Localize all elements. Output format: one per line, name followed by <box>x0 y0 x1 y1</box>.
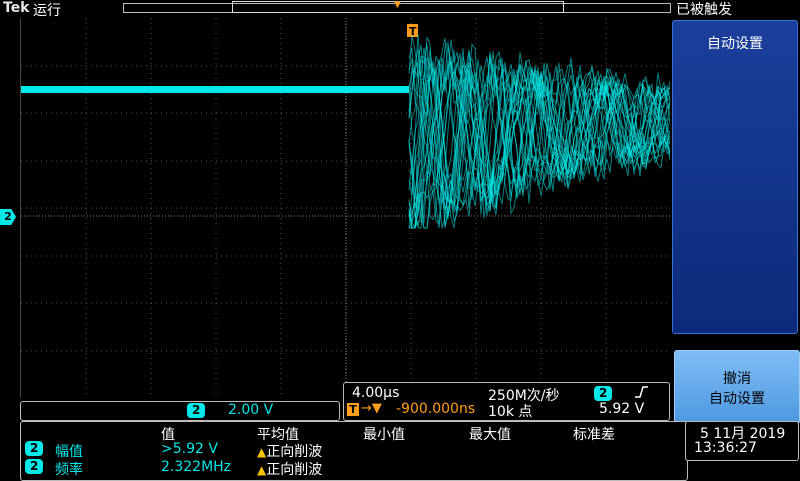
autoset-label: 自动设置 <box>709 391 765 407</box>
channel-scale-readout[interactable]: 2 2.00 V <box>20 401 340 421</box>
graticule: T <box>21 18 671 398</box>
channel-2-badge: 2 <box>25 441 44 456</box>
clipping-warning-text: 正向削波 <box>266 462 323 478</box>
measurement-panel[interactable]: 值 平均值 最小值 最大值 标准差 2 幅值 >5.92 V ▲正向削波 2 频… <box>20 421 688 481</box>
clipping-warning: ▲正向削波 <box>257 441 322 461</box>
channel-2-badge: 2 <box>25 459 44 474</box>
trigger-status-label: 已被触发 <box>676 2 732 18</box>
measurement-row: 2 幅值 >5.92 V ▲正向削波 <box>21 441 687 461</box>
channel-2-ground-marker[interactable]: 2 <box>0 209 16 225</box>
undo-label: 撤消 <box>723 371 751 387</box>
horizontal-scale: 4.00µs <box>352 385 400 401</box>
measurement-value: >5.92 V <box>161 441 218 457</box>
waveform-trace <box>408 36 671 205</box>
horizontal-position: -900.000ns <box>396 401 476 417</box>
trigger-position-icon: ▼ <box>394 0 401 10</box>
side-menu: 自动设置 撤消 自动设置 <box>670 18 800 480</box>
time-label: 13:36:27 <box>694 440 757 456</box>
trigger-source-badge: 2 <box>594 386 613 401</box>
record-length: 10k 点 <box>488 404 533 420</box>
channel-2-volts-per-div: 2.00 V <box>228 402 274 418</box>
measurement-name: 频率 <box>55 462 83 478</box>
clipping-warning: ▲正向削波 <box>257 459 322 479</box>
undo-autoset-button[interactable]: 撤消 自动设置 <box>674 350 800 424</box>
waveform-display[interactable]: T <box>20 18 672 398</box>
autoset-menu-button[interactable]: 自动设置 <box>672 20 798 334</box>
warning-icon: ▲ <box>257 445 267 459</box>
measurement-value: 2.322MHz <box>161 459 232 475</box>
channel-2-badge: 2 <box>187 403 206 418</box>
top-status-bar: Tek 运行 ▼ 已被触发 <box>0 0 800 19</box>
delay-arrow-icon: →▼ <box>361 401 382 416</box>
measurement-row: 2 频率 2.322MHz ▲正向削波 <box>21 459 687 479</box>
clipping-warning-text: 正向削波 <box>266 444 323 460</box>
brand-logo: Tek <box>3 0 30 16</box>
run-state-label: 运行 <box>33 3 61 19</box>
trigger-marker-icon: T <box>347 403 359 416</box>
timebase-trigger-readout[interactable]: 4.00µs 250M次/秒 2 T →▼ -900.000ns 10k 点 5… <box>343 382 670 421</box>
date-time-readout[interactable]: 5 11月 2019 13:36:27 <box>685 421 799 461</box>
waveform-baseline <box>21 86 409 93</box>
warning-icon: ▲ <box>257 463 267 477</box>
trigger-marker-label: T <box>409 25 417 38</box>
trigger-level: 5.92 V <box>599 401 645 417</box>
measurement-name: 幅值 <box>55 444 83 460</box>
autoset-menu-label: 自动设置 <box>707 36 763 52</box>
